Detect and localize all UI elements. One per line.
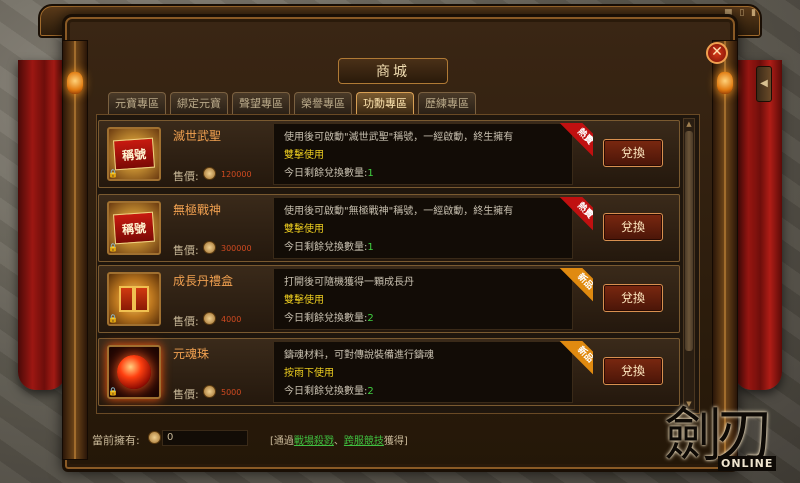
gift-shape xyxy=(119,286,149,312)
close-icon[interactable]: ✕ xyxy=(706,42,728,64)
item-remaining: 今日剩餘兌換數量:2 xyxy=(284,382,374,397)
item-name: 元魂珠 xyxy=(173,347,210,361)
owned-value: 0 xyxy=(162,430,248,446)
item-price: 4000 xyxy=(221,315,242,324)
shop-item-row: 🔒 成長丹禮盒 售價: 4000 打開後可隨機獲得一顆成長丹 雙擊使用 今日剩餘… xyxy=(98,265,680,333)
item-description: 鑄魂材料，可對傳說裝備進行鑄魂 xyxy=(284,350,434,361)
price-label: 售價: xyxy=(173,170,199,183)
ribbon-label: 熱賣 xyxy=(558,123,593,163)
item-description-box: 鑄魂材料，可對傳說裝備進行鑄魂 按雨下使用 今日剩餘兌換數量:2 xyxy=(273,341,573,403)
window-title: 商城 xyxy=(338,58,448,84)
item-description-box: 打開後可隨機獲得一顆成長丹 雙擊使用 今日剩餘兌換數量:2 xyxy=(273,268,573,330)
item-usage: 按雨下使用 xyxy=(284,368,334,379)
lock-icon: 🔒 xyxy=(108,243,118,252)
remaining-label: 今日剩餘兌換數量: xyxy=(284,386,368,397)
item-remaining: 今日剩餘兌換數量:2 xyxy=(284,309,374,324)
item-name: 滅世武聖 xyxy=(173,129,222,143)
item-remaining: 今日剩餘兌換數量:1 xyxy=(284,164,374,179)
coin-icon xyxy=(203,241,216,254)
new-ribbon: 新品 xyxy=(553,268,593,308)
item-description-box: 使用後可啟動"滅世武聖"稱號，一經啟動，終生擁有 雙擊使用 今日剩餘兌換數量:1 xyxy=(273,123,573,185)
price-label: 售價: xyxy=(173,315,199,328)
exchange-button[interactable]: 兌換 xyxy=(603,139,663,167)
item-price: 300000 xyxy=(221,244,252,253)
hot-ribbon: 熱賣 xyxy=(553,197,593,237)
left-lamp-icon xyxy=(67,72,83,94)
orb-shape xyxy=(117,355,151,389)
shop-item-row: 稱號 🔒 無極戰神 售價: 300000 使用後可啟動"無極戰神"稱號，一經啟動… xyxy=(98,194,680,262)
right-red-curtain xyxy=(734,60,782,390)
left-pillar xyxy=(62,40,88,460)
item-price: 120000 xyxy=(221,170,252,179)
lock-icon: 🔒 xyxy=(108,387,118,396)
tab-yuanbao[interactable]: 元寶專區 xyxy=(108,92,166,114)
item-price: 5000 xyxy=(221,388,242,397)
shop-item-row: 🔒 元魂珠 售價: 5000 鑄魂材料，可對傳說裝備進行鑄魂 按雨下使用 今日剩… xyxy=(98,338,680,406)
note-separator: 、 xyxy=(333,436,344,447)
tab-reputation[interactable]: 聲望專區 xyxy=(232,92,290,114)
coin-icon xyxy=(203,312,216,325)
remaining-label: 今日剩餘兌換數量: xyxy=(284,242,368,253)
owned-label: 當前擁有: xyxy=(92,434,140,447)
item-description: 打開後可隨機獲得一顆成長丹 xyxy=(284,277,414,288)
tab-honor[interactable]: 榮譽專區 xyxy=(294,92,352,114)
exchange-button[interactable]: 兌換 xyxy=(603,284,663,312)
game-logo: 劍刃 ONLINE xyxy=(664,388,790,478)
lock-icon: 🔒 xyxy=(108,314,118,323)
item-description: 使用後可啟動"滅世武聖"稱號，一經啟動，終生擁有 xyxy=(284,132,514,143)
battlefield-link[interactable]: 戰場殺戮 xyxy=(294,436,334,447)
ribbon-label: 新品 xyxy=(558,268,593,308)
remaining-label: 今日剩餘兌換數量: xyxy=(284,168,368,179)
remaining-label: 今日剩餘兌換數量: xyxy=(284,313,368,324)
coin-icon xyxy=(148,431,161,444)
scroll-up-icon[interactable]: ▲ xyxy=(684,119,694,129)
tab-merit[interactable]: 功勳專區 xyxy=(356,92,414,114)
lock-icon: 🔒 xyxy=(108,169,118,178)
logo-sub-text: ONLINE xyxy=(718,456,777,471)
item-usage: 雙擊使用 xyxy=(284,295,324,306)
coin-icon xyxy=(203,167,216,180)
remaining-count: 1 xyxy=(367,168,374,179)
list-scrollbar[interactable]: ▲ ▼ xyxy=(683,118,695,410)
exchange-button[interactable]: 兌換 xyxy=(603,357,663,385)
item-usage: 雙擊使用 xyxy=(284,150,324,161)
price-label: 售價: xyxy=(173,388,199,401)
cross-server-link[interactable]: 跨服競技 xyxy=(344,436,384,447)
shop-tabs: 元寶專區 綁定元寶 聲望專區 榮譽專區 功勳專區 歷練專區 xyxy=(108,92,476,114)
tab-experience[interactable]: 歷練專區 xyxy=(418,92,476,114)
hot-ribbon: 熱賣 xyxy=(553,123,593,163)
item-name: 無極戰神 xyxy=(173,203,222,217)
right-lamp-icon xyxy=(717,72,733,94)
item-description-box: 使用後可啟動"無極戰神"稱號，一經啟動，終生擁有 雙擊使用 今日剩餘兌換數量:1 xyxy=(273,197,573,259)
side-collapse-tab[interactable]: ◀ xyxy=(756,66,772,102)
note-prefix: [通過 xyxy=(270,436,294,447)
ribbon-label: 熱賣 xyxy=(558,197,593,237)
new-ribbon: 新品 xyxy=(553,341,593,381)
left-red-curtain xyxy=(18,60,66,390)
item-name: 成長丹禮盒 xyxy=(173,274,234,288)
remaining-count: 2 xyxy=(367,313,374,324)
item-description: 使用後可啟動"無極戰神"稱號，一經啟動，終生擁有 xyxy=(284,206,514,217)
obtain-note: [通過戰場殺戮、跨服競技獲得] xyxy=(270,432,408,447)
remaining-count: 2 xyxy=(367,386,374,397)
tab-bound-yuanbao[interactable]: 綁定元寶 xyxy=(170,92,228,114)
title-badge-text: 稱號 xyxy=(113,211,155,245)
note-suffix: 獲得] xyxy=(383,436,408,447)
exchange-button[interactable]: 兌換 xyxy=(603,213,663,241)
item-remaining: 今日剩餘兌換數量:1 xyxy=(284,238,374,253)
coin-icon xyxy=(203,385,216,398)
scroll-thumb[interactable] xyxy=(685,131,693,351)
price-label: 售價: xyxy=(173,244,199,257)
shop-item-row: 稱號 🔒 滅世武聖 售價: 120000 使用後可啟動"滅世武聖"稱號，一經啟動… xyxy=(98,120,680,188)
ribbon-label: 新品 xyxy=(558,341,593,381)
item-usage: 雙擊使用 xyxy=(284,224,324,235)
title-badge-text: 稱號 xyxy=(113,137,155,171)
remaining-count: 1 xyxy=(367,242,374,253)
